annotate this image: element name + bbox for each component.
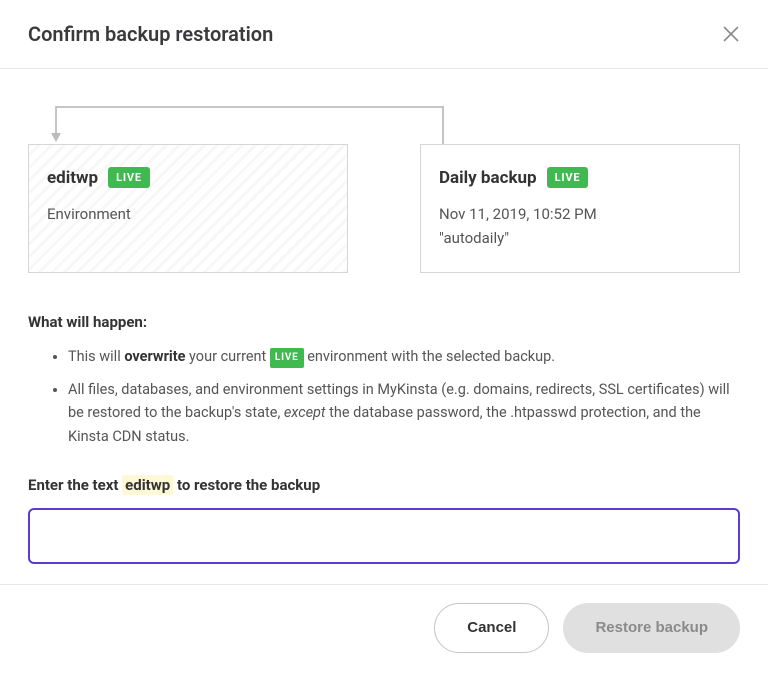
modal-title: Confirm backup restoration [28, 22, 273, 46]
list-item: All files, databases, and environment se… [68, 378, 740, 448]
text: your current [185, 348, 269, 365]
backup-card: Daily backup LIVE Nov 11, 2019, 10:52 PM… [420, 144, 740, 273]
live-badge: LIVE [108, 167, 150, 188]
backup-label: "autodaily" [439, 226, 721, 250]
list-item: This will overwrite your current LIVE en… [68, 345, 740, 368]
what-will-happen-heading: What will happen: [28, 313, 740, 331]
live-badge: LIVE [270, 348, 304, 368]
text: Enter the text [28, 476, 122, 494]
modal-footer: Cancel Restore backup [0, 584, 768, 671]
cancel-button[interactable]: Cancel [434, 603, 549, 653]
confirm-input[interactable] [28, 508, 740, 564]
what-will-happen-list: This will overwrite your current LIVE en… [28, 345, 740, 448]
close-icon [722, 25, 740, 43]
environment-card: editwp LIVE Environment [28, 144, 348, 273]
restore-button[interactable]: Restore backup [563, 603, 740, 653]
text: This will [68, 348, 124, 365]
text-italic: except [284, 404, 326, 421]
close-button[interactable] [722, 25, 740, 43]
text: environment with the selected backup. [304, 348, 556, 365]
cards-row: editwp LIVE Environment Daily backup LIV… [28, 144, 740, 273]
text: to restore the backup [173, 476, 320, 494]
environment-subtitle: Environment [47, 202, 329, 226]
confirm-keyword: editwp [122, 475, 173, 495]
live-badge: LIVE [547, 167, 589, 188]
flow-arrow [48, 99, 448, 144]
confirm-instruction: Enter the text editwp to restore the bac… [28, 476, 740, 494]
backup-timestamp: Nov 11, 2019, 10:52 PM [439, 202, 721, 226]
backup-title: Daily backup [439, 168, 537, 188]
text-bold: overwrite [124, 348, 185, 365]
environment-name: editwp [47, 168, 98, 188]
modal-header: Confirm backup restoration [0, 0, 768, 69]
modal-body: editwp LIVE Environment Daily backup LIV… [0, 69, 768, 584]
